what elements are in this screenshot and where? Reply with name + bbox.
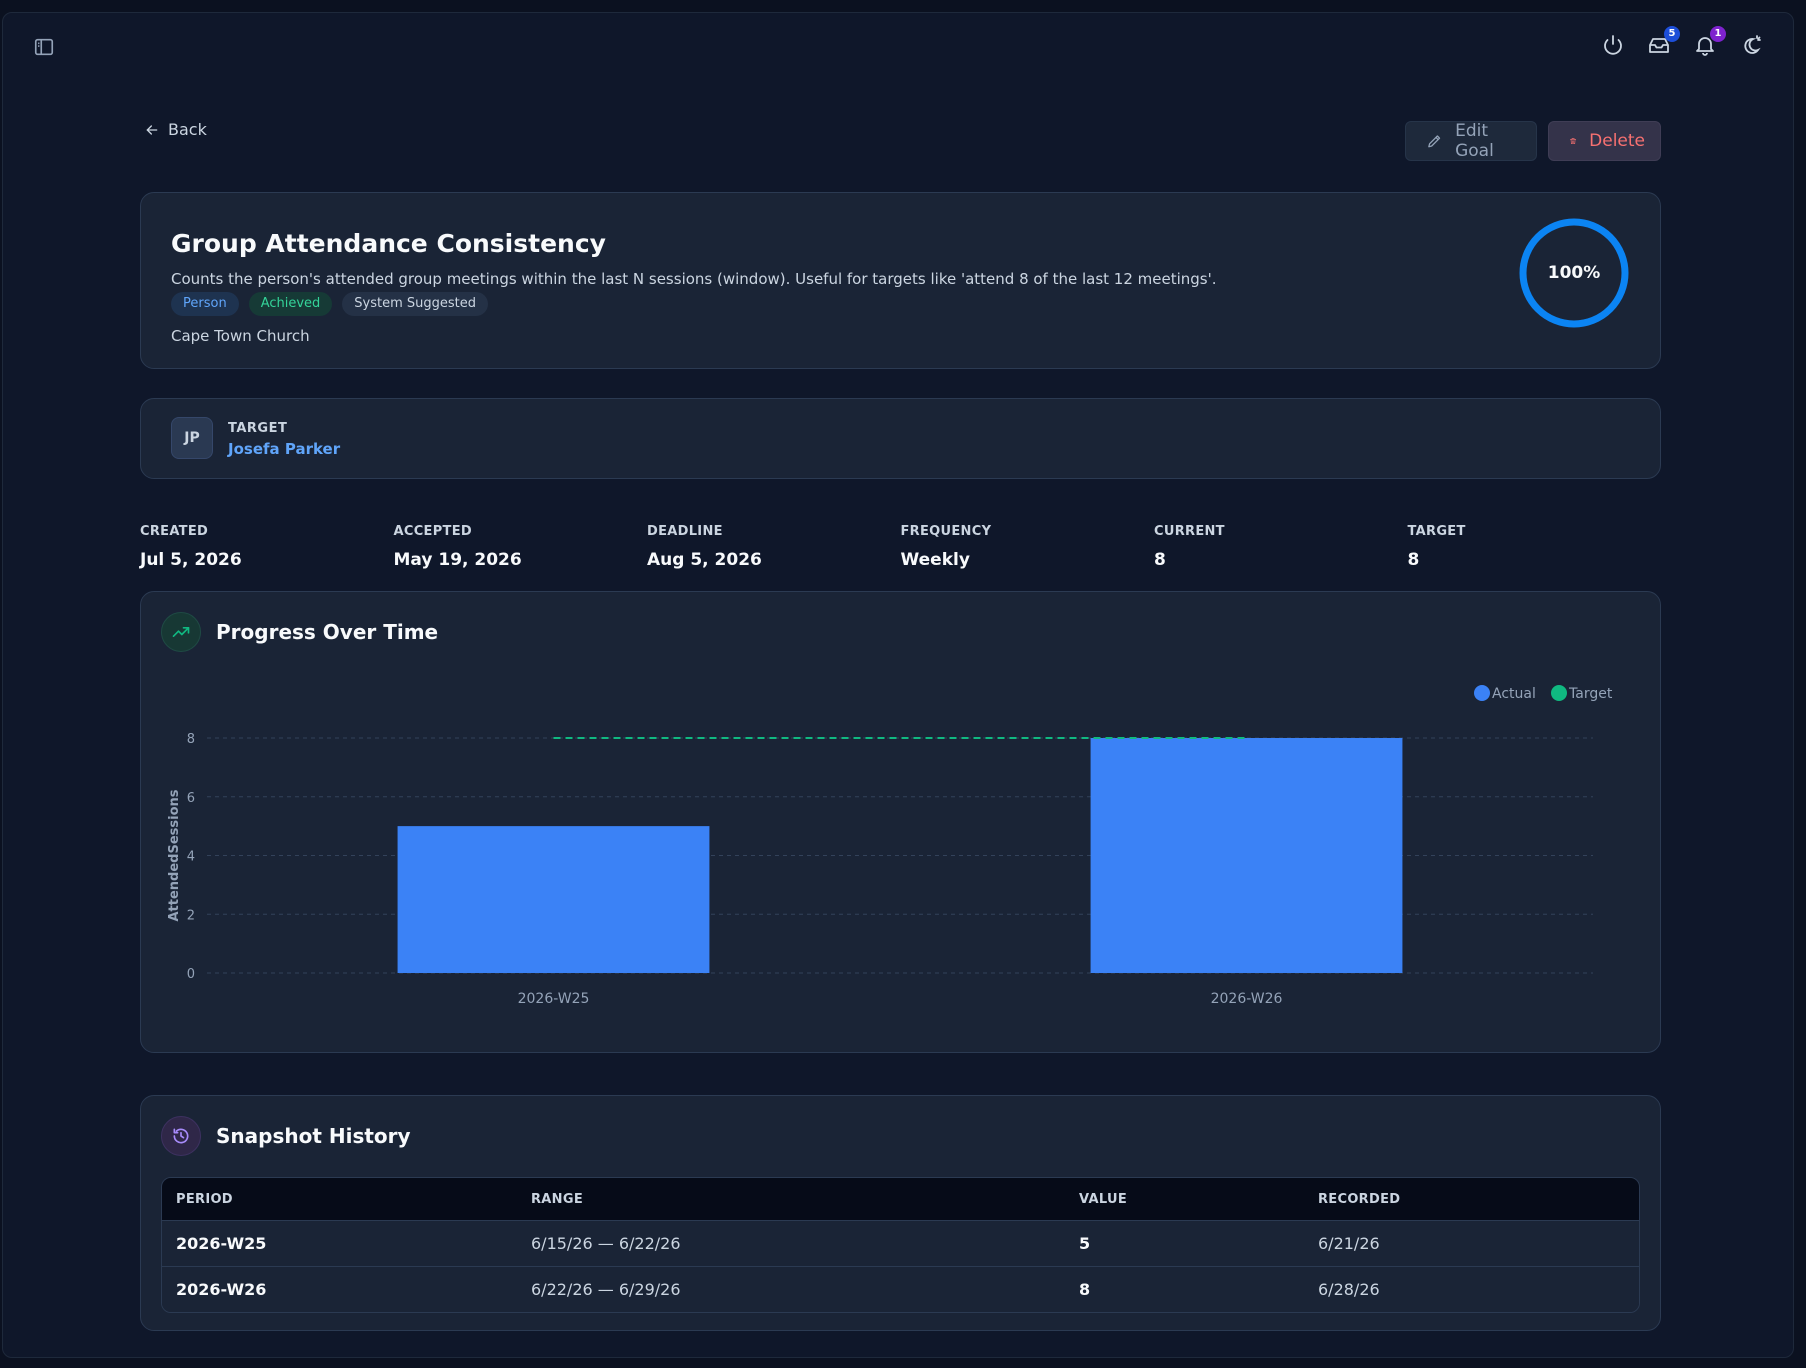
tag-person: Person bbox=[171, 292, 239, 316]
goal-stats: CREATED Jul 5, 2026 ACCEPTED May 19, 202… bbox=[140, 524, 1661, 570]
legend-label-target: Target bbox=[1568, 686, 1613, 702]
goal-description: Counts the person's attended group meeti… bbox=[171, 270, 1217, 288]
y-tick-label: 2 bbox=[187, 908, 195, 923]
stat-accepted: ACCEPTED May 19, 2026 bbox=[394, 524, 648, 570]
progress-percent: 100% bbox=[1547, 263, 1601, 283]
legend-label-actual: Actual bbox=[1492, 686, 1536, 702]
stat-label: ACCEPTED bbox=[393, 524, 472, 539]
column-header-recorded: RECORDED bbox=[1318, 1191, 1401, 1207]
history-section-title: Snapshot History bbox=[216, 1124, 411, 1148]
organization-name: Cape Town Church bbox=[171, 327, 310, 345]
goal-header-card: Group Attendance Consistency Counts the … bbox=[140, 192, 1661, 369]
column-header-range: RANGE bbox=[531, 1191, 584, 1207]
inbox-badge: 5 bbox=[1664, 26, 1680, 42]
delete-button[interactable]: Delete bbox=[1548, 121, 1661, 161]
progress-chart: 0 2 4 6 8 AttendedSessions 2026-W25 2026-W26 Act… bbox=[167, 685, 1613, 1007]
snapshot-history-card: Snapshot History PERIOD RANGE VALUE RECO… bbox=[140, 1095, 1661, 1331]
table-row: 2026-W25 6/15/26 — 6/22/26 5 6/21/26 bbox=[162, 1220, 1639, 1266]
column-header-value: VALUE bbox=[1079, 1191, 1127, 1207]
legend-marker-target bbox=[1551, 685, 1567, 701]
avatar: JP bbox=[171, 417, 213, 459]
stat-label: FREQUENCY bbox=[900, 524, 992, 539]
stat-value: Aug 5, 2026 bbox=[647, 550, 762, 570]
cell-recorded: 6/28/26 bbox=[1318, 1280, 1380, 1299]
bell-icon[interactable]: 1 bbox=[1693, 26, 1726, 57]
y-tick-label: 8 bbox=[187, 732, 195, 747]
inbox-icon[interactable]: 5 bbox=[1647, 26, 1680, 57]
cell-value: 8 bbox=[1079, 1280, 1091, 1299]
y-tick-label: 6 bbox=[187, 791, 195, 806]
stat-frequency: FREQUENCY Weekly bbox=[901, 524, 1155, 570]
tag-achieved: Achieved bbox=[248, 292, 333, 316]
y-tick-label: 4 bbox=[187, 850, 195, 865]
top-bar: 5 1 bbox=[3, 13, 1793, 83]
arrow-left-icon bbox=[146, 124, 158, 135]
back-label: Back bbox=[168, 120, 207, 139]
stat-value: May 19, 2026 bbox=[393, 550, 522, 570]
stat-created: CREATED Jul 5, 2026 bbox=[140, 524, 394, 570]
target-person-card: JP TARGET Josefa Parker bbox=[140, 398, 1661, 479]
cell-value: 5 bbox=[1079, 1234, 1091, 1253]
stat-value: 8 bbox=[1154, 550, 1166, 570]
history-icon bbox=[161, 1116, 201, 1156]
table-row: 2026-W26 6/22/26 — 6/29/26 8 6/28/26 bbox=[162, 1266, 1639, 1312]
trending-up-icon bbox=[161, 612, 201, 652]
snapshot-table: PERIOD RANGE VALUE RECORDED 2026-W25 6/1… bbox=[161, 1177, 1640, 1313]
cell-period: 2026-W26 bbox=[176, 1280, 267, 1299]
cell-recorded: 6/21/26 bbox=[1318, 1234, 1380, 1253]
stat-value: 8 bbox=[1407, 550, 1420, 570]
stat-label: CREATED bbox=[140, 524, 209, 539]
table-header: PERIOD RANGE VALUE RECORDED bbox=[162, 1178, 1639, 1220]
bell-badge: 1 bbox=[1710, 26, 1726, 42]
pencil-icon bbox=[1428, 135, 1441, 148]
bar-2026-W25 bbox=[397, 826, 710, 973]
sidebar-toggle-icon[interactable] bbox=[33, 36, 55, 58]
x-tick-label: 2026-W25 bbox=[518, 991, 590, 1007]
cell-range: 6/22/26 — 6/29/26 bbox=[531, 1280, 681, 1299]
edit-goal-button[interactable]: Edit Goal bbox=[1405, 121, 1537, 161]
x-tick-label: 2026-W26 bbox=[1211, 991, 1283, 1007]
delete-label: Delete bbox=[1589, 131, 1645, 151]
column-header-period: PERIOD bbox=[176, 1191, 233, 1207]
target-label: TARGET bbox=[228, 421, 288, 436]
legend-marker-actual bbox=[1474, 685, 1490, 701]
stat-deadline: DEADLINE Aug 5, 2026 bbox=[647, 524, 901, 570]
stat-current: CURRENT 8 bbox=[1154, 524, 1408, 570]
app-window: 5 1 Back Edit Goal Delete Group Attendan… bbox=[2, 12, 1794, 1358]
target-person-link[interactable]: Josefa Parker bbox=[228, 440, 340, 458]
stat-target: TARGET 8 bbox=[1408, 524, 1662, 570]
power-icon[interactable] bbox=[1601, 33, 1625, 57]
edit-goal-label: Edit Goal bbox=[1455, 121, 1494, 161]
progress-section-title: Progress Over Time bbox=[216, 620, 439, 644]
bar-2026-W26 bbox=[1090, 738, 1403, 973]
cell-range: 6/15/26 — 6/22/26 bbox=[531, 1234, 681, 1253]
back-link[interactable]: Back bbox=[144, 120, 207, 139]
y-axis-label: AttendedSessions bbox=[167, 789, 182, 921]
progress-chart-card: 0 2 4 6 8 AttendedSessions 2026-W25 2026-W26 Act… bbox=[140, 591, 1661, 1053]
stat-label: TARGET bbox=[1407, 524, 1466, 539]
y-tick-label: 0 bbox=[187, 967, 195, 982]
progress-ring: 100% bbox=[1518, 217, 1630, 329]
trash-icon bbox=[1570, 137, 1577, 145]
stat-label: CURRENT bbox=[1154, 524, 1225, 539]
tag-system-suggested: System Suggested bbox=[342, 292, 489, 316]
stat-value: Jul 5, 2026 bbox=[140, 550, 242, 570]
theme-icon[interactable] bbox=[1739, 33, 1763, 57]
goal-title: Group Attendance Consistency bbox=[171, 229, 606, 258]
cell-period: 2026-W25 bbox=[176, 1234, 267, 1253]
stat-label: DEADLINE bbox=[647, 524, 723, 539]
stat-value: Weekly bbox=[900, 550, 970, 570]
